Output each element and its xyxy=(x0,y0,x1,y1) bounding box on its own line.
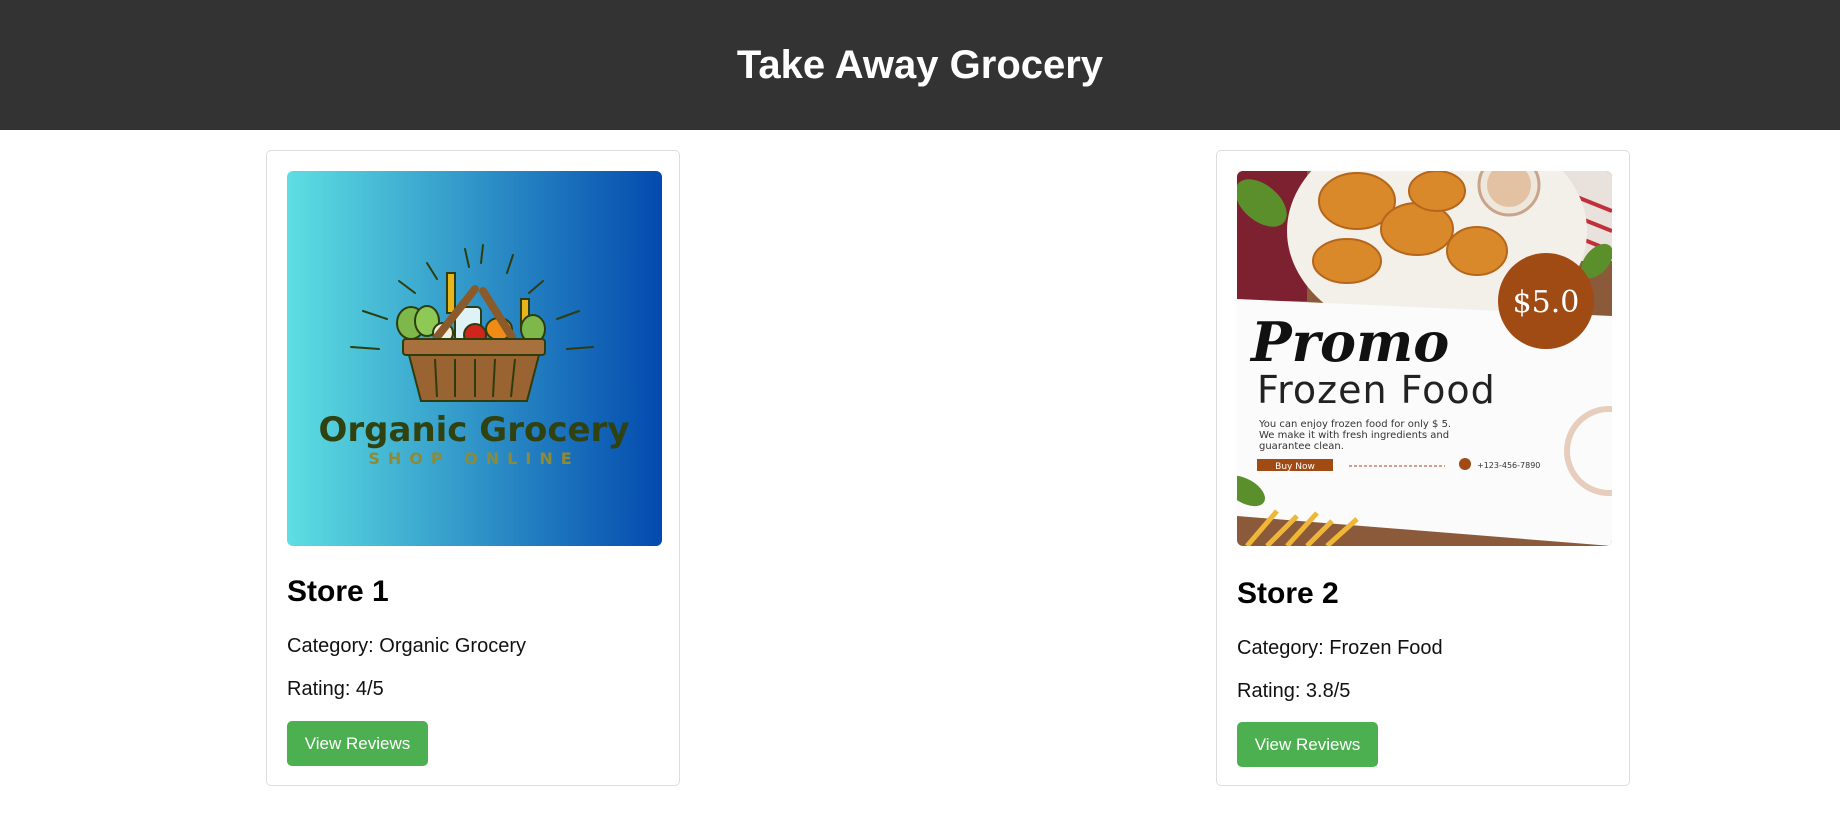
store-card-1: Organic Grocery SHOP ONLINE Store 1 Cate… xyxy=(266,150,680,786)
page-header: Take Away Grocery xyxy=(0,0,1840,130)
phone-icon xyxy=(1459,458,1471,470)
brand-text: Organic Grocery xyxy=(319,410,630,450)
brand-tagline: SHOP ONLINE xyxy=(368,449,579,468)
store-image-organic-grocery: Organic Grocery SHOP ONLINE xyxy=(287,171,662,546)
promo-body-3: guarantee clean. xyxy=(1259,441,1344,452)
page-title: Take Away Grocery xyxy=(736,42,1104,87)
store-rating: Rating: 4/5 xyxy=(287,678,384,700)
store-category: Category: Frozen Food xyxy=(1237,637,1443,659)
view-reviews-button[interactable]: View Reviews xyxy=(1237,722,1378,767)
store-rating: Rating: 3.8/5 xyxy=(1237,680,1351,702)
store-name: Store 1 xyxy=(287,575,389,608)
store-category: Category: Organic Grocery xyxy=(287,635,526,657)
store-card-2: $5.0 Promo Frozen Food You can enjoy fro… xyxy=(1216,150,1630,786)
view-reviews-button[interactable]: View Reviews xyxy=(287,721,428,766)
buy-now-text: Buy Now xyxy=(1275,462,1315,472)
promo-body-2: We make it with fresh ingredients and xyxy=(1259,430,1449,441)
store-name: Store 2 xyxy=(1237,577,1339,610)
promo-body-1: You can enjoy frozen food for only $ 5. xyxy=(1258,419,1451,430)
promo-script-text: Promo xyxy=(1249,310,1449,374)
store-image-frozen-food-promo: $5.0 Promo Frozen Food You can enjoy fro… xyxy=(1237,171,1612,546)
promo-headline: Frozen Food xyxy=(1257,368,1496,412)
price-text: $5.0 xyxy=(1513,285,1580,320)
phone-text: +123-456-7890 xyxy=(1477,461,1540,470)
